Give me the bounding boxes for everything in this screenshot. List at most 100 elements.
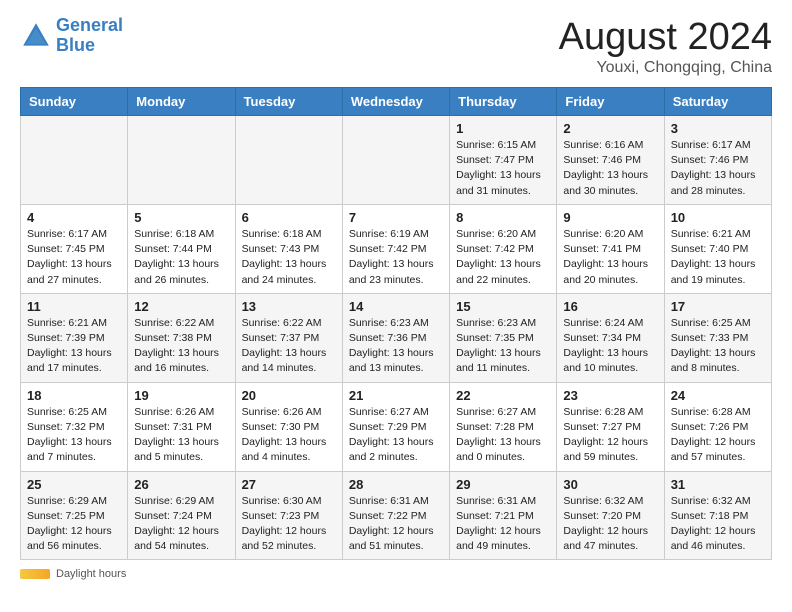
calendar-week-row: 18Sunrise: 6:25 AM Sunset: 7:32 PM Dayli… bbox=[21, 382, 772, 471]
day-number: 27 bbox=[242, 477, 336, 492]
logo-icon bbox=[20, 20, 52, 52]
weekday-header-sunday: Sunday bbox=[21, 88, 128, 116]
day-number: 11 bbox=[27, 299, 121, 314]
location-title: Youxi, Chongqing, China bbox=[559, 59, 772, 77]
calendar-cell: 2 Sunrise: 6:16 AM Sunset: 7:46 PM Daylig… bbox=[557, 116, 664, 205]
calendar-cell: 30Sunrise: 6:32 AM Sunset: 7:20 PM Dayli… bbox=[557, 471, 664, 560]
calendar-cell: 10 Sunrise: 6:21 AM Sunset: 7:40 PM Dayli… bbox=[664, 204, 771, 293]
day-info: Sunrise: 6:28 AM Sunset: 7:26 PM Dayligh… bbox=[671, 405, 765, 466]
day-number: 2 bbox=[563, 121, 657, 136]
day-number: 21 bbox=[349, 388, 443, 403]
calendar-cell bbox=[235, 116, 342, 205]
day-info: Sunrise: 6:27 AM Sunset: 7:28 PM Dayligh… bbox=[456, 405, 550, 466]
day-number: 12 bbox=[134, 299, 228, 314]
weekday-header-thursday: Thursday bbox=[450, 88, 557, 116]
day-info: Sunrise: 6:18 AM Sunset: 7:43 PM Dayligh… bbox=[242, 227, 336, 288]
calendar-cell: 15Sunrise: 6:23 AM Sunset: 7:35 PM Dayli… bbox=[450, 293, 557, 382]
calendar-cell: 4 Sunrise: 6:17 AM Sunset: 7:45 PM Daylig… bbox=[21, 204, 128, 293]
day-number: 10 bbox=[671, 210, 765, 225]
day-info: Sunrise: 6:22 AM Sunset: 7:38 PM Dayligh… bbox=[134, 316, 228, 377]
calendar-cell: 3Sunrise: 6:17 AM Sunset: 7:46 PM Daylig… bbox=[664, 116, 771, 205]
day-info: Sunrise: 6:28 AM Sunset: 7:27 PM Dayligh… bbox=[563, 405, 657, 466]
calendar-cell: 23 Sunrise: 6:28 AM Sunset: 7:27 PM Dayli… bbox=[557, 382, 664, 471]
day-info: Sunrise: 6:29 AM Sunset: 7:25 PM Dayligh… bbox=[27, 494, 121, 555]
weekday-header-tuesday: Tuesday bbox=[235, 88, 342, 116]
day-info: Sunrise: 6:32 AM Sunset: 7:18 PM Dayligh… bbox=[671, 494, 765, 555]
day-number: 31 bbox=[671, 477, 765, 492]
day-number: 22 bbox=[456, 388, 550, 403]
calendar-week-row: 1 Sunrise: 6:15 AM Sunset: 7:47 PM Daylig… bbox=[21, 116, 772, 205]
calendar-week-row: 25 Sunrise: 6:29 AM Sunset: 7:25 PM Dayli… bbox=[21, 471, 772, 560]
day-info: Sunrise: 6:21 AM Sunset: 7:39 PM Dayligh… bbox=[27, 316, 121, 377]
weekday-header-saturday: Saturday bbox=[664, 88, 771, 116]
day-info: Sunrise: 6:16 AM Sunset: 7:46 PM Dayligh… bbox=[563, 138, 657, 199]
calendar-week-row: 11 Sunrise: 6:21 AM Sunset: 7:39 PM Dayli… bbox=[21, 293, 772, 382]
day-info: Sunrise: 6:25 AM Sunset: 7:32 PM Dayligh… bbox=[27, 405, 121, 466]
calendar-cell: 24 Sunrise: 6:28 AM Sunset: 7:26 PM Dayli… bbox=[664, 382, 771, 471]
day-number: 13 bbox=[242, 299, 336, 314]
day-info: Sunrise: 6:30 AM Sunset: 7:23 PM Dayligh… bbox=[242, 494, 336, 555]
logo-line1: General bbox=[56, 15, 123, 35]
day-info: Sunrise: 6:20 AM Sunset: 7:41 PM Dayligh… bbox=[563, 227, 657, 288]
calendar-cell: 26Sunrise: 6:29 AM Sunset: 7:24 PM Dayli… bbox=[128, 471, 235, 560]
day-number: 6 bbox=[242, 210, 336, 225]
daylight-label: Daylight hours bbox=[56, 568, 126, 580]
day-info: Sunrise: 6:23 AM Sunset: 7:36 PM Dayligh… bbox=[349, 316, 443, 377]
weekday-header-wednesday: Wednesday bbox=[342, 88, 449, 116]
day-info: Sunrise: 6:27 AM Sunset: 7:29 PM Dayligh… bbox=[349, 405, 443, 466]
day-info: Sunrise: 6:26 AM Sunset: 7:30 PM Dayligh… bbox=[242, 405, 336, 466]
day-number: 25 bbox=[27, 477, 121, 492]
day-number: 19 bbox=[134, 388, 228, 403]
calendar-cell: 21 Sunrise: 6:27 AM Sunset: 7:29 PM Dayli… bbox=[342, 382, 449, 471]
weekday-header-friday: Friday bbox=[557, 88, 664, 116]
day-number: 28 bbox=[349, 477, 443, 492]
calendar-cell: 16Sunrise: 6:24 AM Sunset: 7:34 PM Dayli… bbox=[557, 293, 664, 382]
day-info: Sunrise: 6:19 AM Sunset: 7:42 PM Dayligh… bbox=[349, 227, 443, 288]
calendar-cell: 7 Sunrise: 6:19 AM Sunset: 7:42 PM Daylig… bbox=[342, 204, 449, 293]
day-number: 1 bbox=[456, 121, 550, 136]
logo: General Blue bbox=[20, 16, 123, 56]
day-info: Sunrise: 6:15 AM Sunset: 7:47 PM Dayligh… bbox=[456, 138, 550, 199]
calendar-cell: 20 Sunrise: 6:26 AM Sunset: 7:30 PM Dayli… bbox=[235, 382, 342, 471]
calendar-cell: 22 Sunrise: 6:27 AM Sunset: 7:28 PM Dayli… bbox=[450, 382, 557, 471]
day-number: 17 bbox=[671, 299, 765, 314]
day-info: Sunrise: 6:29 AM Sunset: 7:24 PM Dayligh… bbox=[134, 494, 228, 555]
day-info: Sunrise: 6:32 AM Sunset: 7:20 PM Dayligh… bbox=[563, 494, 657, 555]
day-number: 24 bbox=[671, 388, 765, 403]
header: General Blue August 2024 Youxi, Chongqin… bbox=[20, 16, 772, 77]
day-info: Sunrise: 6:20 AM Sunset: 7:42 PM Dayligh… bbox=[456, 227, 550, 288]
day-number: 9 bbox=[563, 210, 657, 225]
day-info: Sunrise: 6:26 AM Sunset: 7:31 PM Dayligh… bbox=[134, 405, 228, 466]
day-number: 5 bbox=[134, 210, 228, 225]
day-number: 8 bbox=[456, 210, 550, 225]
calendar-week-row: 4 Sunrise: 6:17 AM Sunset: 7:45 PM Daylig… bbox=[21, 204, 772, 293]
calendar-cell bbox=[342, 116, 449, 205]
day-info: Sunrise: 6:17 AM Sunset: 7:46 PM Dayligh… bbox=[671, 138, 765, 199]
day-number: 4 bbox=[27, 210, 121, 225]
day-info: Sunrise: 6:25 AM Sunset: 7:33 PM Dayligh… bbox=[671, 316, 765, 377]
day-info: Sunrise: 6:22 AM Sunset: 7:37 PM Dayligh… bbox=[242, 316, 336, 377]
calendar-cell bbox=[128, 116, 235, 205]
calendar-cell: 5 Sunrise: 6:18 AM Sunset: 7:44 PM Daylig… bbox=[128, 204, 235, 293]
calendar-cell: 28Sunrise: 6:31 AM Sunset: 7:22 PM Dayli… bbox=[342, 471, 449, 560]
day-number: 14 bbox=[349, 299, 443, 314]
day-number: 20 bbox=[242, 388, 336, 403]
calendar-cell: 8 Sunrise: 6:20 AM Sunset: 7:42 PM Daylig… bbox=[450, 204, 557, 293]
calendar-table: SundayMondayTuesdayWednesdayThursdayFrid… bbox=[20, 87, 772, 560]
day-info: Sunrise: 6:18 AM Sunset: 7:44 PM Dayligh… bbox=[134, 227, 228, 288]
calendar-cell: 29Sunrise: 6:31 AM Sunset: 7:21 PM Dayli… bbox=[450, 471, 557, 560]
day-info: Sunrise: 6:21 AM Sunset: 7:40 PM Dayligh… bbox=[671, 227, 765, 288]
day-number: 23 bbox=[563, 388, 657, 403]
day-info: Sunrise: 6:23 AM Sunset: 7:35 PM Dayligh… bbox=[456, 316, 550, 377]
logo-line2: Blue bbox=[56, 35, 95, 55]
day-info: Sunrise: 6:17 AM Sunset: 7:45 PM Dayligh… bbox=[27, 227, 121, 288]
calendar-cell: 27 Sunrise: 6:30 AM Sunset: 7:23 PM Dayli… bbox=[235, 471, 342, 560]
calendar-cell bbox=[21, 116, 128, 205]
calendar-cell: 17 Sunrise: 6:25 AM Sunset: 7:33 PM Dayli… bbox=[664, 293, 771, 382]
weekday-header-monday: Monday bbox=[128, 88, 235, 116]
title-area: August 2024 Youxi, Chongqing, China bbox=[559, 16, 772, 77]
day-number: 29 bbox=[456, 477, 550, 492]
day-number: 7 bbox=[349, 210, 443, 225]
calendar-cell: 6 Sunrise: 6:18 AM Sunset: 7:43 PM Daylig… bbox=[235, 204, 342, 293]
month-title: August 2024 bbox=[559, 16, 772, 59]
